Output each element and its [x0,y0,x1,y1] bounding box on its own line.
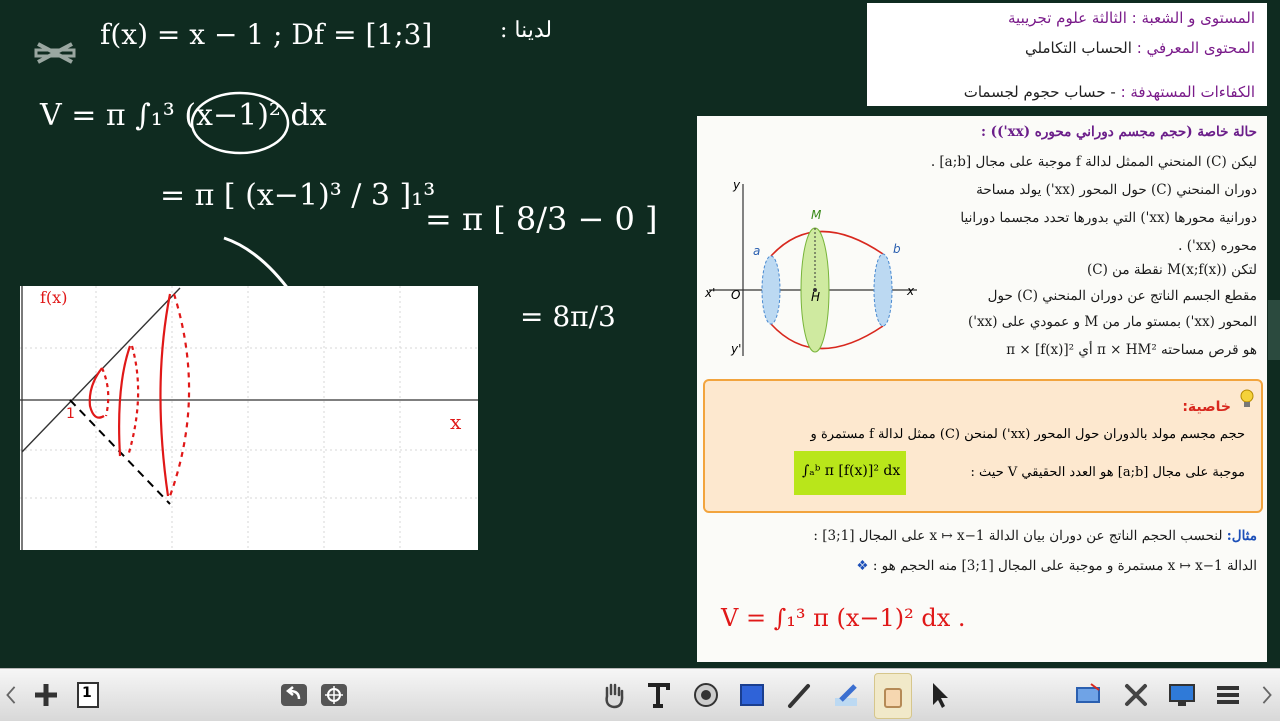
lesson-line: دوران المنحني (C) حول المحور (xx') يولد … [976,182,1257,198]
fig-label-H: H [811,290,821,304]
content-row: المحتوى المعرفي : الحساب التكاملي [1025,39,1255,57]
lesson-line: دورانية محورها (xx') التي بدورها تحدد مج… [960,210,1257,226]
fig-label-y: y [733,178,741,192]
fig-label-a: a [753,244,761,258]
spotlight-icon[interactable] [688,677,724,713]
case-title: حالة خاصة (حجم مجسم دوراني محوره (xx')) … [981,124,1257,140]
chevron-left-icon[interactable] [2,677,20,713]
capcut-logo-icon [34,42,76,64]
lesson-line: مقطع الجسم الناتج عن دوران المنحني (C) ح… [987,288,1257,304]
volume-integral-formula: ∫ₐᵇ π [f(x)]² dx [794,451,906,495]
final-result: = 8π/3 [520,300,616,333]
property-line-2: موجبة على مجال [a;b] هو العدد الحقيقي V … [970,465,1245,480]
lesson-line: محوره (xx') . [1178,238,1257,254]
integral-text: ∫ₐᵇ π [f(x)]² dx [802,463,901,479]
lightbulb-icon [1240,389,1254,407]
level-row: المستوى و الشعبة : الثالثة علوم تجريبية [1008,9,1255,27]
example-title: مثال: [1226,528,1257,544]
highlighter-icon[interactable] [828,677,864,713]
undo-icon[interactable] [276,677,312,713]
eraser-icon[interactable] [874,673,912,719]
screen-capture-icon[interactable] [1070,677,1106,713]
graph-plot: f(x) x 1 [20,286,478,550]
evaluation-step: = π [ 8/3 − 0 ] [425,200,658,238]
tools-icon[interactable] [1118,677,1154,713]
lesson-line: هو قرص مساحته π × HM² أي π × [f(x)]² [1006,342,1257,358]
property-title: خاصية: [1182,399,1231,415]
pen-icon[interactable] [782,677,818,713]
skills-row: الكفاءات المستهدفة : - حساب حجوم لجسمات [963,83,1255,101]
display-icon[interactable] [1164,677,1200,713]
add-page-icon[interactable] [28,677,64,713]
page-number: 1 [82,685,92,701]
solid-of-revolution-figure [709,184,917,356]
target-icon[interactable] [316,677,352,713]
lesson-header-card: المستوى و الشعبة : الثالثة علوم تجريبية … [867,3,1267,106]
hand-icon[interactable] [596,677,632,713]
side-scroll-handle[interactable] [1268,300,1280,360]
antiderivative-step: = π [ (x−1)³ / 3 ]₁³ [160,178,436,213]
text-icon[interactable] [640,677,676,713]
lesson-document: حالة خاصة (حجم مجسم دوراني محوره (xx')) … [697,116,1267,662]
lesson-line: ليكن (C) المنحني الممثل لدالة f موجبة عل… [930,154,1257,170]
fig-label-O: O [731,288,741,302]
plot-y-label: f(x) [40,288,68,307]
bottom-toolbar: 1 [0,668,1280,721]
fig-label-M: M [811,208,822,222]
property-box: خاصية: حجم مجسم مولد بالدوران حول المحور… [703,379,1263,513]
whiteboard-canvas[interactable]: لدينا : f(x) = x − 1 ; Df = [1;3] V = π … [0,0,1280,668]
plot-tick-label: 1 [66,406,75,422]
lesson-line: المحور (xx') بمستو مار من M و عمودي على … [967,314,1257,330]
fig-label-b: b [893,242,901,256]
highlight-circle [190,91,290,155]
example-answer: V = ∫₁³ π (x−1)² dx . [721,604,966,632]
fig-label-xprime: x' [705,286,716,300]
menu-icon[interactable] [1210,677,1246,713]
example-line-2: الدالة x ↦ x−1 مستمرة و موجبة على المجال… [856,558,1257,574]
property-line-1: حجم مجسم مولد بالدوران حول المحور (xx') … [810,427,1245,442]
given-label: لدينا : [500,18,553,43]
chevron-right-icon[interactable] [1258,677,1276,713]
fig-label-x: x [907,284,915,298]
pointer-icon[interactable] [922,677,958,713]
plot-x-label: x [450,410,462,434]
page-icon[interactable]: 1 [70,677,106,713]
rectangle-icon[interactable] [734,677,770,713]
lesson-line: لتكن M(x;f(x)) نقطة من (C) [1086,262,1257,278]
function-definition: f(x) = x − 1 ; Df = [1;3] [100,18,433,51]
fig-label-yprime: y' [731,342,742,356]
example-line-1: مثال: لنحسب الحجم الناتج عن دوران بيان ا… [813,528,1257,544]
